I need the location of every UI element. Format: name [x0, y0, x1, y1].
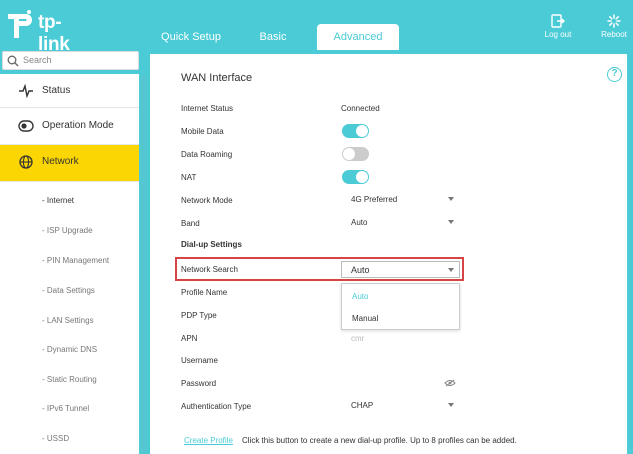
- network-search-select[interactable]: Auto: [341, 261, 460, 278]
- globe-icon: [19, 155, 33, 169]
- network-search-value: Auto: [351, 265, 370, 275]
- create-profile-description: Click this button to create a new dial-u…: [242, 436, 517, 445]
- nat-label: NAT: [181, 173, 197, 182]
- password-label: Password: [181, 379, 217, 388]
- data-roaming-toggle[interactable]: [342, 147, 369, 161]
- eye-slash-icon[interactable]: [444, 379, 456, 387]
- toggle-knob: [356, 125, 368, 137]
- network-search-label: Network Search: [181, 265, 238, 274]
- band-label: Band: [181, 219, 200, 228]
- pdp-type-label: PDP Type: [181, 311, 217, 320]
- content-panel: [150, 54, 627, 454]
- dialup-settings-heading: Dial-up Settings: [181, 240, 242, 249]
- sidebar-subitem-pin-management[interactable]: - PIN Management: [42, 256, 109, 265]
- internet-status-label: Internet Status: [181, 104, 234, 113]
- tab-basic[interactable]: Basic: [248, 24, 298, 50]
- sidebar-item-network[interactable]: Network: [0, 145, 139, 182]
- chevron-down-icon: [448, 197, 454, 201]
- page-title: WAN Interface: [181, 72, 253, 84]
- sidebar: Status Operation Mode Network - Internet…: [0, 74, 139, 454]
- network-mode-select[interactable]: 4G Preferred: [341, 193, 456, 207]
- logout-label: Log out: [544, 30, 572, 39]
- tplink-logo-icon: [8, 10, 32, 38]
- chevron-down-icon: [448, 403, 454, 407]
- auth-type-label: Authentication Type: [181, 402, 252, 411]
- help-icon[interactable]: ?: [607, 67, 622, 82]
- toggle-knob: [343, 148, 355, 160]
- sidebar-item-status[interactable]: Status: [0, 74, 139, 108]
- search-input[interactable]: Search: [2, 51, 139, 70]
- top-header: tp-link Quick Setup Basic Advanced Log o…: [0, 0, 633, 55]
- internet-status-value: Connected: [341, 104, 380, 113]
- data-roaming-label: Data Roaming: [181, 150, 233, 159]
- pulse-icon: [19, 84, 33, 98]
- network-mode-label: Network Mode: [181, 196, 233, 205]
- mobile-data-toggle[interactable]: [342, 124, 369, 138]
- sidebar-item-label: Status: [42, 85, 71, 96]
- toggle-icon: [18, 120, 34, 132]
- network-search-dropdown: Auto Manual: [341, 283, 460, 330]
- network-mode-value: 4G Preferred: [351, 195, 398, 204]
- mobile-data-label: Mobile Data: [181, 127, 224, 136]
- sidebar-subitem-internet[interactable]: - Internet: [42, 196, 74, 205]
- band-select[interactable]: Auto: [341, 216, 456, 230]
- chevron-down-icon: [448, 268, 454, 272]
- apn-label: APN: [181, 334, 198, 343]
- sidebar-item-label: Operation Mode: [42, 120, 114, 131]
- tab-quick-setup[interactable]: Quick Setup: [150, 24, 232, 50]
- create-profile-link[interactable]: Create Profile: [184, 436, 233, 445]
- toggle-knob: [356, 171, 368, 183]
- reboot-label: Reboot: [601, 30, 627, 39]
- profile-name-label: Profile Name: [181, 288, 228, 297]
- right-frame: [627, 50, 633, 454]
- chevron-down-icon: [448, 220, 454, 224]
- apn-input[interactable]: cmr: [351, 334, 364, 343]
- search-icon: [7, 55, 19, 67]
- auth-type-value: CHAP: [351, 401, 374, 410]
- sidebar-subitem-static-routing[interactable]: - Static Routing: [42, 375, 97, 384]
- band-value: Auto: [351, 218, 368, 227]
- sidebar-subitem-ipv6-tunnel[interactable]: - IPv6 Tunnel: [42, 404, 89, 413]
- dropdown-option-auto[interactable]: Auto: [352, 292, 368, 301]
- auth-type-select[interactable]: CHAP: [341, 399, 456, 413]
- dropdown-option-manual[interactable]: Manual: [352, 314, 378, 323]
- tab-advanced[interactable]: Advanced: [317, 24, 399, 50]
- sidebar-item-label: Network: [42, 156, 79, 167]
- sidebar-item-operation-mode[interactable]: Operation Mode: [0, 109, 139, 145]
- reboot-icon: [607, 14, 621, 28]
- sidebar-subitem-isp-upgrade[interactable]: - ISP Upgrade: [42, 226, 93, 235]
- logout-icon: [551, 14, 565, 28]
- sidebar-subitem-lan-settings[interactable]: - LAN Settings: [42, 316, 94, 325]
- sidebar-subitem-ussd[interactable]: - USSD: [42, 434, 69, 443]
- sidebar-subitem-dynamic-dns[interactable]: - Dynamic DNS: [42, 345, 97, 354]
- nat-toggle[interactable]: [342, 170, 369, 184]
- sidebar-subitem-data-settings[interactable]: - Data Settings: [42, 286, 95, 295]
- logout-button[interactable]: Log out: [538, 14, 578, 46]
- username-label: Username: [181, 356, 218, 365]
- tplink-logo: tp-link: [4, 8, 92, 55]
- reboot-button[interactable]: Reboot: [594, 14, 633, 46]
- search-placeholder: Search: [23, 55, 52, 65]
- sidebar-scrollbar[interactable]: [141, 74, 147, 454]
